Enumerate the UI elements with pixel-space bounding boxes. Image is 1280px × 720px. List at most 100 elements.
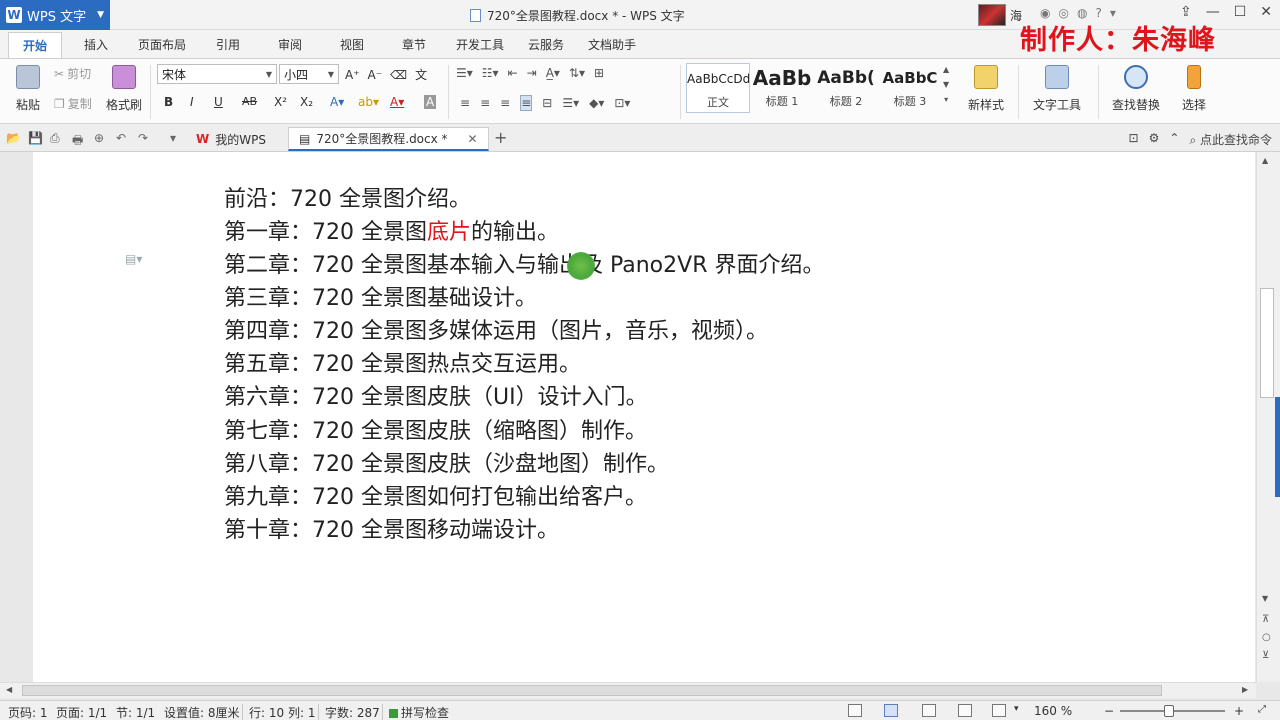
doc-line[interactable]: 前沿：720 全景图介绍。 bbox=[224, 181, 471, 213]
tab-document[interactable]: ▤ 720°全景图教程.docx * ✕ bbox=[288, 127, 489, 151]
doc-line[interactable]: 第三章：720 全景图基础设计。 bbox=[224, 280, 537, 312]
scroll-up-icon[interactable]: ▲ bbox=[1262, 156, 1268, 165]
status-column[interactable]: 列: 1 bbox=[288, 704, 316, 720]
chevron-down-icon[interactable]: ▾ bbox=[1014, 704, 1019, 714]
page-view-icon[interactable] bbox=[884, 704, 898, 717]
zoom-in-icon[interactable]: + bbox=[1234, 704, 1244, 718]
print-preview-icon[interactable]: ⊕ bbox=[94, 131, 104, 145]
border-icon[interactable]: ⊡▾ bbox=[614, 96, 630, 110]
tab-home[interactable]: 开始 bbox=[8, 32, 63, 58]
decrease-indent-icon[interactable]: ⇤ bbox=[508, 66, 518, 80]
format-painter-button[interactable]: 格式刷 bbox=[104, 65, 144, 113]
subscript-button[interactable]: X₂ bbox=[300, 95, 313, 109]
status-row[interactable]: 行: 10 bbox=[242, 704, 284, 720]
select-browse-icon[interactable]: ○ bbox=[1262, 632, 1271, 643]
font-name-select[interactable]: 宋体 ▼ bbox=[157, 64, 277, 84]
strikethrough-button[interactable]: AB bbox=[242, 95, 257, 108]
align-center-icon[interactable]: ≡ bbox=[480, 96, 490, 110]
outline-view-icon[interactable] bbox=[922, 704, 936, 717]
spell-check-toggle[interactable]: 拼写检查 bbox=[382, 704, 449, 720]
save-icon[interactable]: 💾 bbox=[28, 131, 43, 145]
redo-icon[interactable]: ↷ bbox=[138, 131, 148, 145]
search-command[interactable]: ⌕ 点此查找命令 bbox=[1189, 131, 1272, 148]
clear-format-icon[interactable]: ⌫ bbox=[390, 68, 407, 82]
highlight-icon[interactable]: ab▾ bbox=[358, 95, 379, 109]
doc-line[interactable]: 第七章：720 全景图皮肤（缩略图）制作。 bbox=[224, 413, 647, 445]
doc-line[interactable]: 第一章：720 全景图底片的输出。 bbox=[224, 214, 559, 246]
phonetic-icon[interactable]: 文 bbox=[415, 66, 427, 83]
bullet-list-icon[interactable]: ☰▾ bbox=[456, 66, 473, 80]
pdf-icon[interactable]: ⎙ bbox=[50, 131, 60, 146]
increase-indent-icon[interactable]: ⇥ bbox=[527, 66, 537, 80]
sort-icon[interactable]: ⇅▾ bbox=[569, 66, 585, 80]
horizontal-scrollbar[interactable]: ◀ ▶ bbox=[0, 682, 1256, 698]
undo-icon[interactable]: ↶ bbox=[116, 131, 126, 145]
superscript-button[interactable]: X² bbox=[274, 95, 287, 109]
style-heading-1[interactable]: AaBb 标题 1 bbox=[750, 63, 814, 113]
expand-icon[interactable]: ⤢ bbox=[1258, 704, 1266, 715]
close-icon[interactable]: ✕ bbox=[1260, 4, 1272, 20]
find-replace-button[interactable]: 查找替换 bbox=[1106, 65, 1166, 113]
cut-button[interactable]: ✂ 剪切 bbox=[54, 65, 91, 82]
style-heading-2[interactable]: AaBb( 标题 2 bbox=[814, 63, 878, 113]
font-size-select[interactable]: 小四 ▼ bbox=[279, 64, 339, 84]
tab-review[interactable]: 审阅 bbox=[278, 36, 302, 53]
customize-icon[interactable]: ▾ bbox=[170, 131, 176, 145]
align-right-icon[interactable]: ≡ bbox=[500, 96, 510, 110]
copy-button[interactable]: ❐ 复制 bbox=[54, 95, 92, 112]
document-page[interactable]: ▤▾ 前沿：720 全景图介绍。 第一章：720 全景图底片的输出。 第二章：7… bbox=[33, 152, 1255, 682]
bold-button[interactable]: B bbox=[164, 95, 173, 109]
align-left-icon[interactable]: ≡ bbox=[460, 96, 470, 110]
minimize-ribbon-icon[interactable]: ⊡ bbox=[1129, 131, 1139, 148]
tab-view[interactable]: 视图 bbox=[340, 36, 364, 53]
settings-icon[interactable]: ⚙ bbox=[1149, 131, 1160, 148]
reading-mode-icon[interactable] bbox=[992, 704, 1006, 717]
select-button[interactable]: 选择 bbox=[1174, 65, 1214, 113]
zoom-level[interactable]: 160 % bbox=[1034, 704, 1072, 718]
scroll-right-icon[interactable]: ▶ bbox=[1242, 685, 1248, 694]
print-icon[interactable]: 🖶 bbox=[72, 131, 83, 152]
doc-line[interactable]: 第六章：720 全景图皮肤（UI）设计入门。 bbox=[224, 379, 648, 411]
tab-page-layout[interactable]: 页面布局 bbox=[138, 36, 186, 53]
avatar[interactable] bbox=[978, 4, 1006, 26]
status-page-number[interactable]: 页码: 1 bbox=[8, 704, 48, 720]
paragraph-mark-icon[interactable]: ▤▾ bbox=[125, 252, 142, 266]
zoom-out-icon[interactable]: − bbox=[1104, 704, 1114, 718]
chinese-layout-icon[interactable]: A̲▾ bbox=[546, 66, 560, 80]
tab-references[interactable]: 引用 bbox=[216, 36, 240, 53]
status-setting[interactable]: 设置值: 8厘米 bbox=[164, 704, 240, 720]
new-tab-icon[interactable]: + bbox=[494, 128, 507, 147]
distribute-icon[interactable]: ⊟ bbox=[542, 96, 552, 110]
new-style-button[interactable]: 新样式 bbox=[960, 65, 1012, 113]
table-grid-icon[interactable]: ⊞ bbox=[594, 66, 604, 80]
doc-line[interactable]: 第十章：720 全景图移动端设计。 bbox=[224, 512, 559, 544]
grow-font-icon[interactable]: A⁺ bbox=[345, 68, 360, 82]
doc-line[interactable]: 第四章：720 全景图多媒体运用（图片，音乐，视频）。 bbox=[224, 313, 768, 345]
tab-doc-assistant[interactable]: 文档助手 bbox=[588, 36, 636, 53]
tab-developer[interactable]: 开发工具 bbox=[456, 36, 504, 53]
doc-line[interactable]: 第五章：720 全景图热点交互运用。 bbox=[224, 346, 581, 378]
scroll-left-icon[interactable]: ◀ bbox=[6, 685, 12, 694]
tab-chapter[interactable]: 章节 bbox=[402, 36, 426, 53]
paste-button[interactable]: 粘贴 bbox=[8, 65, 48, 113]
maximize-icon[interactable]: ☐ bbox=[1234, 4, 1247, 20]
doc-line[interactable]: 第二章：720 全景图基本输入与输出及 Pano2VR 界面介绍。 bbox=[224, 247, 824, 279]
web-view-icon[interactable] bbox=[958, 704, 972, 717]
open-icon[interactable]: 📂 bbox=[6, 131, 21, 145]
doc-line[interactable]: 第九章：720 全景图如何打包输出给客户。 bbox=[224, 479, 647, 511]
status-pages[interactable]: 页面: 1/1 bbox=[56, 704, 107, 720]
full-screen-view-icon[interactable] bbox=[848, 704, 862, 717]
tab-insert[interactable]: 插入 bbox=[84, 36, 108, 53]
previous-page-icon[interactable]: ⊼ bbox=[1262, 614, 1269, 625]
side-panel-handle[interactable] bbox=[1275, 397, 1280, 497]
line-spacing-icon[interactable]: ☰▾ bbox=[562, 96, 579, 110]
text-tools-button[interactable]: 文字工具 bbox=[1028, 65, 1086, 113]
italic-button[interactable]: I bbox=[190, 95, 194, 109]
zoom-slider-handle[interactable] bbox=[1164, 705, 1174, 717]
styles-scroll[interactable]: ▲ ▼ ▾ bbox=[943, 65, 949, 104]
scroll-thumb[interactable] bbox=[22, 685, 1162, 696]
app-menu-button[interactable]: W WPS 文字 ▼ bbox=[0, 0, 110, 30]
shrink-font-icon[interactable]: A⁻ bbox=[368, 68, 383, 82]
vertical-scrollbar[interactable]: ▲ ▼ ⊼ ○ ⊻ bbox=[1256, 152, 1280, 682]
fill-color-icon[interactable]: ◆▾ bbox=[589, 96, 604, 110]
